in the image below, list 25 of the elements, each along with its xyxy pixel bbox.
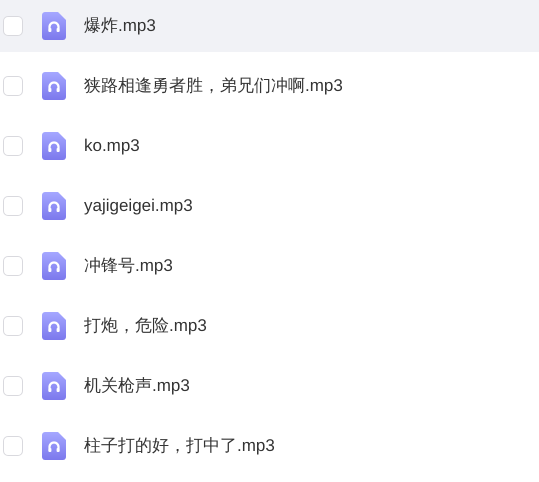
audio-file-icon (42, 192, 66, 220)
file-name: 机关枪声.mp3 (84, 375, 190, 398)
file-name: ko.mp3 (84, 135, 140, 158)
checkbox[interactable] (3, 16, 23, 36)
file-name: 爆炸.mp3 (84, 15, 156, 38)
file-row[interactable]: 爆炸.mp3 (0, 0, 539, 52)
audio-file-icon (42, 72, 66, 100)
checkbox[interactable] (3, 256, 23, 276)
audio-file-icon (42, 132, 66, 160)
checkbox[interactable] (3, 436, 23, 456)
checkbox[interactable] (3, 316, 23, 336)
checkbox[interactable] (3, 376, 23, 396)
checkbox[interactable] (3, 76, 23, 96)
file-name: 狭路相逢勇者胜，弟兄们冲啊.mp3 (84, 75, 343, 98)
audio-file-icon (42, 372, 66, 400)
checkbox[interactable] (3, 136, 23, 156)
audio-file-icon (42, 312, 66, 340)
file-name: yajigeigei.mp3 (84, 195, 193, 218)
audio-file-icon (42, 432, 66, 460)
audio-file-icon (42, 12, 66, 40)
file-name: 冲锋号.mp3 (84, 255, 173, 278)
audio-file-icon (42, 252, 66, 280)
checkbox[interactable] (3, 196, 23, 216)
file-name: 柱子打的好，打中了.mp3 (84, 435, 275, 458)
file-name: 打炮，危险.mp3 (84, 315, 207, 338)
